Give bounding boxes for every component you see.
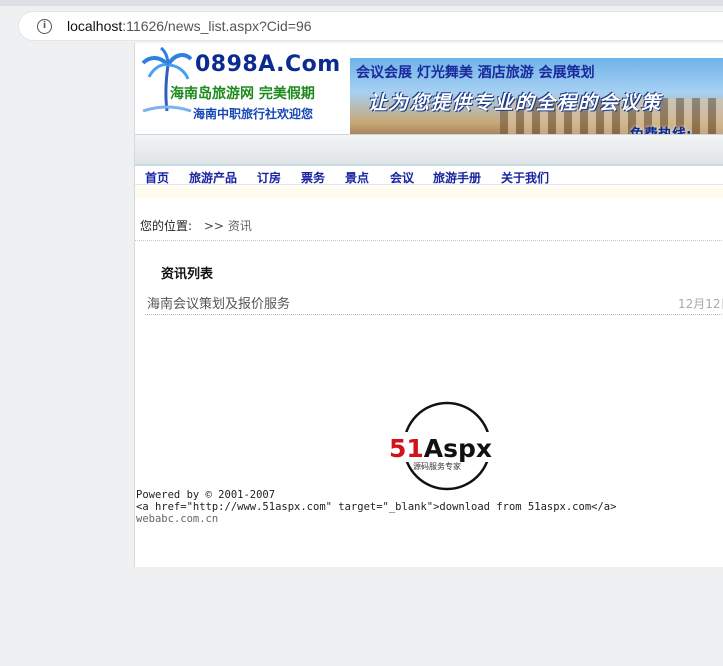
palm-tree-icon [141,47,193,113]
site-welcome: 海南中职旅行社欢迎您 [193,107,314,121]
news-list-title: 资讯列表 [161,267,214,282]
header-banner[interactable]: 会议会展 灯光舞美 酒店旅游 会展策划 让为您提供专业的全程的会议策 免费热线: [350,58,723,144]
nav-item-tickets[interactable]: 票务 [301,169,325,186]
info-icon[interactable]: i [37,19,52,34]
footer-powered: Powered by © 2001-2007 [136,489,276,501]
banner-tags: 会议会展 灯光舞美 酒店旅游 会展策划 [356,65,595,81]
logo-sub-text: 源码服务专家 [413,461,461,471]
footer-download-link[interactable]: <a href="http://www.51aspx.com" target="… [136,501,616,513]
url-host: localhost [67,18,123,34]
breadcrumb-current[interactable]: 资讯 [228,219,252,233]
url-path: :11626/news_list.aspx?Cid=96 [122,18,312,34]
nav-item-guide[interactable]: 旅游手册 [433,169,481,186]
web-page: 0898A.Com 海南岛旅游网 完美假期 海南中职旅行社欢迎您 会议会展 灯光… [134,43,723,567]
footer-text: Powered by © 2001-2007 <a href="http://w… [136,489,616,525]
breadcrumb: 您的位置: >> 资讯 [140,217,252,234]
nav-item-scenic[interactable]: 景点 [345,169,369,186]
logo-51-text: 51Aspx [389,434,492,463]
news-item-link[interactable]: 海南会议策划及报价服务 [147,293,290,312]
site-subtitle: 海南岛旅游网 完美假期 [170,86,315,102]
browser-top-strip [0,0,723,6]
header-gradient-band [135,134,723,164]
footer-51aspx-logo[interactable]: 51Aspx 源码服务专家 [387,401,517,496]
address-bar[interactable]: i localhost:11626/news_list.aspx?Cid=96 [18,11,723,41]
footer-domain[interactable]: webabc.com.cn [136,513,218,525]
main-nav: 首页 旅游产品 订房 票务 景点 会议 旅游手册 关于我们 [135,164,723,185]
banner-slogan: 让为您提供专业的全程的会议策 [368,92,663,114]
divider [145,314,723,315]
nav-item-products[interactable]: 旅游产品 [189,169,237,186]
nav-underline-strip [135,186,723,199]
nav-item-about[interactable]: 关于我们 [501,169,549,186]
news-item-date: 12月12日 [678,297,723,311]
nav-item-hotel[interactable]: 订房 [257,169,281,186]
site-logo[interactable]: 0898A.Com 海南岛旅游网 完美假期 海南中职旅行社欢迎您 [135,43,350,133]
site-header: 0898A.Com 海南岛旅游网 完美假期 海南中职旅行社欢迎您 会议会展 灯光… [135,43,723,164]
nav-item-home[interactable]: 首页 [145,169,169,186]
breadcrumb-prefix: 您的位置: [140,219,193,233]
breadcrumb-arrow: >> [203,219,224,233]
url-text[interactable]: localhost:11626/news_list.aspx?Cid=96 [67,18,312,34]
nav-item-meeting[interactable]: 会议 [390,169,414,186]
site-name: 0898A.Com [195,52,341,77]
divider [135,240,723,241]
